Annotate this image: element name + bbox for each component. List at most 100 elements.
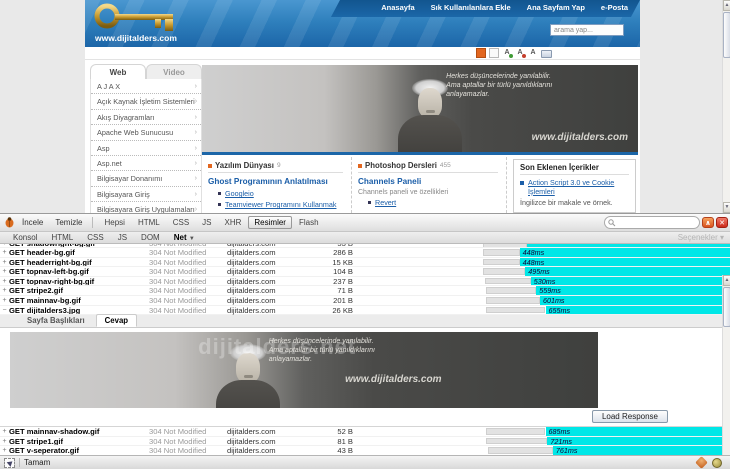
panel-tab-js[interactable]: JS — [111, 233, 134, 243]
net-request-row[interactable]: + GET mainnav-bg.gif 304 Not Modified di… — [0, 296, 730, 306]
font-reset-icon[interactable]: A — [528, 48, 538, 58]
category-title[interactable]: Yazılım Dünyası — [215, 161, 274, 170]
panel-tab-css[interactable]: CSS — [80, 233, 110, 243]
category-title[interactable]: Photoshop Dersleri — [365, 161, 437, 170]
top-nav-link[interactable]: e-Posta — [601, 3, 628, 12]
bullet-icon — [218, 192, 221, 195]
net-scrollbar[interactable]: ▲ ▼ — [722, 275, 730, 457]
font-decrease-icon[interactable]: A — [515, 48, 525, 58]
sidebar-item[interactable]: Bilgisayara Giriş› — [91, 187, 201, 202]
net-request-row[interactable]: + GET stripe2.gif 304 Not Modified dijit… — [0, 286, 730, 296]
article-link[interactable]: Teamviewer Programını Kullanmak — [225, 200, 336, 209]
sidebar-item[interactable]: Asp› — [91, 141, 201, 156]
panel-tab-dom[interactable]: DOM — [134, 233, 167, 243]
net-request-row[interactable]: + GET topnav-left-bg.gif 304 Not Modifie… — [0, 267, 730, 277]
yslow-icon[interactable] — [712, 458, 722, 468]
orange-box-icon[interactable] — [476, 48, 486, 58]
banner-quote: Herkes düşüncelerinde yanılabilir.Ama ap… — [446, 72, 552, 99]
top-nav-link[interactable]: Anasayfa — [381, 3, 414, 12]
collapse-icon[interactable]: − — [0, 306, 9, 315]
request-timeline: 495ms — [361, 267, 730, 276]
latest-content-link[interactable]: Action Script 3.0 ve Cookie İşlemleri — [528, 178, 629, 196]
firebug-search-input[interactable] — [616, 218, 696, 227]
expand-icon[interactable]: + — [0, 296, 9, 305]
sidebar-tab-video[interactable]: Video — [146, 64, 202, 79]
sidebar-item[interactable]: Akış Diyagramları› — [91, 110, 201, 125]
browser-scrollbar[interactable]: ▲ ▼ — [722, 0, 730, 213]
article-link[interactable]: Googleio — [225, 189, 254, 198]
net-request-row[interactable]: + GET header-bg.gif 304 Not Modified dij… — [0, 248, 730, 258]
panel-tab-konsol[interactable]: Konsol — [6, 233, 44, 243]
filter-resimler[interactable]: Resimler — [248, 216, 292, 229]
web-page: www.dijitalders.com AnasayfaSık Kullanıl… — [85, 0, 640, 213]
filter-xhr[interactable]: XHR — [219, 216, 248, 229]
panel-tab-html[interactable]: HTML — [44, 233, 80, 243]
panel-tab-net[interactable]: Net ▼ — [167, 233, 202, 243]
expand-icon[interactable]: + — [0, 286, 9, 295]
detail-tab[interactable]: Sayfa Başlıkları — [18, 314, 94, 327]
firebug-icon[interactable] — [4, 217, 15, 228]
request-domain: dijitalders.com — [227, 258, 315, 267]
net-request-row[interactable]: + GET mainnav-shadow.gif 304 Not Modifie… — [0, 427, 730, 437]
receive-bar: 655ms — [546, 306, 730, 315]
scroll-up-icon[interactable]: ▲ — [723, 0, 730, 11]
request-status: 304 Not Modified — [149, 248, 227, 257]
expand-icon[interactable]: + — [0, 277, 9, 286]
scroll-up-icon[interactable]: ▲ — [723, 275, 730, 286]
close-button[interactable]: ✕ — [716, 217, 728, 228]
site-search-input[interactable] — [550, 24, 624, 36]
white-box-icon[interactable] — [489, 48, 499, 58]
bullet-icon — [218, 203, 221, 206]
request-domain: dijitalders.com — [227, 306, 315, 315]
article-desc: Channels paneli ve özellikleri — [358, 189, 498, 196]
detail-tab[interactable]: Cevap — [96, 314, 137, 327]
filter-css[interactable]: CSS — [167, 216, 195, 229]
request-timeline: 448ms — [361, 248, 730, 257]
sidebar-item[interactable]: Asp.net› — [91, 156, 201, 171]
inspect-element-icon[interactable] — [4, 458, 15, 468]
sidebar-item[interactable]: Apache Web Sunucusu› — [91, 125, 201, 140]
filter-js[interactable]: JS — [196, 216, 217, 229]
scrollbar-thumb[interactable] — [723, 287, 730, 327]
filter-html[interactable]: HTML — [132, 216, 166, 229]
request-timeline: 761ms — [361, 446, 730, 455]
sidebar-item[interactable]: A J A X› — [91, 79, 201, 94]
expand-icon[interactable]: + — [0, 248, 9, 257]
sidebar-item[interactable]: Açık Kaynak İşletim Sistemleri› — [91, 94, 201, 109]
scroll-down-icon[interactable]: ▼ — [723, 202, 730, 213]
article-link[interactable]: Revert — [375, 198, 396, 207]
expand-icon[interactable]: + — [0, 258, 9, 267]
request-time: 655ms — [546, 306, 571, 315]
request-time: 495ms — [525, 267, 550, 276]
request-domain: dijitalders.com — [227, 286, 315, 295]
inspect-button[interactable]: İncele — [17, 217, 48, 228]
expand-icon[interactable]: + — [0, 437, 9, 446]
request-status: 304 Not Modified — [149, 427, 227, 436]
sidebar-item[interactable]: Bilgisayar Donanımı› — [91, 171, 201, 186]
sidebar-item[interactable]: Bilgisayara Giriş Uygulamaları› — [91, 202, 201, 213]
print-icon[interactable] — [541, 50, 552, 58]
options-menu[interactable]: Seçenekler ▾ — [678, 233, 724, 242]
net-request-row[interactable]: + GET headerright-bg.gif 304 Not Modifie… — [0, 258, 730, 268]
bug-status-icon[interactable] — [695, 456, 708, 469]
expand-icon[interactable]: + — [0, 427, 9, 436]
top-nav-link[interactable]: Sık Kullanılanlara Ekle — [431, 3, 511, 12]
minimize-button[interactable]: ∧ — [702, 217, 714, 228]
filter-hepsi[interactable]: Hepsi — [98, 216, 130, 229]
net-request-row[interactable]: + GET topnav-right-bg.gif 304 Not Modifi… — [0, 277, 730, 287]
expand-icon[interactable]: + — [0, 446, 9, 455]
net-request-row[interactable]: + GET stripe1.gif 304 Not Modified dijit… — [0, 437, 730, 447]
scrollbar-thumb[interactable] — [723, 12, 730, 58]
filter-flash[interactable]: Flash — [293, 216, 325, 229]
browser-viewport: www.dijitalders.com AnasayfaSık Kullanıl… — [0, 0, 730, 213]
clear-button[interactable]: Temizle — [50, 217, 87, 228]
article-title-link[interactable]: Channels Paneli — [358, 177, 498, 186]
font-increase-icon[interactable]: A — [502, 48, 512, 58]
top-nav-link[interactable]: Ana Sayfam Yap — [527, 3, 585, 12]
request-name: GET topnav-right-bg.gif — [9, 277, 149, 286]
load-response-button[interactable]: Load Response — [592, 410, 668, 423]
expand-icon[interactable]: + — [0, 267, 9, 276]
request-size: 237 B — [315, 277, 361, 286]
article-title-link[interactable]: Ghost Programının Anlatılması — [208, 177, 343, 186]
sidebar-tab-web[interactable]: Web — [90, 64, 146, 79]
